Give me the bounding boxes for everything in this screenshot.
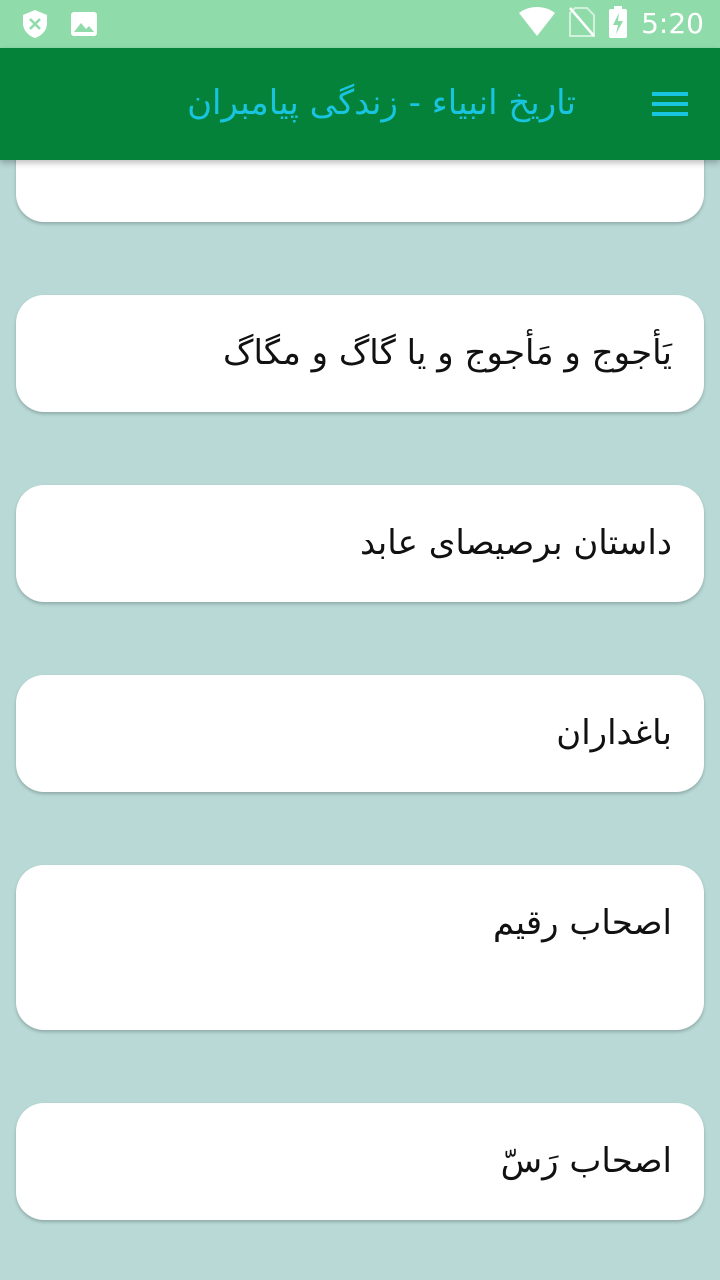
list-item[interactable]: یَأجوج و مَأجوج و یا گاگ و مگاگ	[16, 295, 704, 412]
battery-charging-icon	[609, 6, 628, 42]
page-title: تاریخ انبیاء - زندگی پیامبران	[187, 83, 576, 123]
list-item[interactable]: داستان برصیصای عابد	[16, 485, 704, 602]
list-item[interactable]: باغداران	[16, 675, 704, 792]
list-item-label: اصحاب رقیم	[493, 903, 672, 943]
image-icon	[70, 11, 98, 41]
app-bar: تاریخ انبیاء - زندگی پیامبران	[0, 48, 720, 160]
list-item-label: یَأجوج و مَأجوج و یا گاگ و مگاگ	[223, 333, 672, 373]
wifi-icon	[519, 7, 556, 41]
status-time: 5:20	[641, 7, 704, 40]
stories-list[interactable]: یَأجوج و مَأجوج و یا گاگ و مگاگ داستان ب…	[0, 160, 720, 1280]
shield-icon	[22, 9, 48, 43]
status-bar: 5:20	[0, 0, 720, 48]
list-item[interactable]	[16, 160, 704, 222]
no-sim-icon	[569, 7, 596, 41]
list-item-label: داستان برصیصای عابد	[359, 523, 672, 563]
hamburger-menu-icon	[652, 92, 688, 116]
menu-button[interactable]	[650, 88, 690, 120]
list-item[interactable]: اصحاب رقیم	[16, 865, 704, 1030]
list-item-label: اصحاب رَسّ	[500, 1141, 672, 1181]
list-item[interactable]: اصحاب رَسّ	[16, 1103, 704, 1220]
list-item-label: باغداران	[556, 713, 672, 753]
